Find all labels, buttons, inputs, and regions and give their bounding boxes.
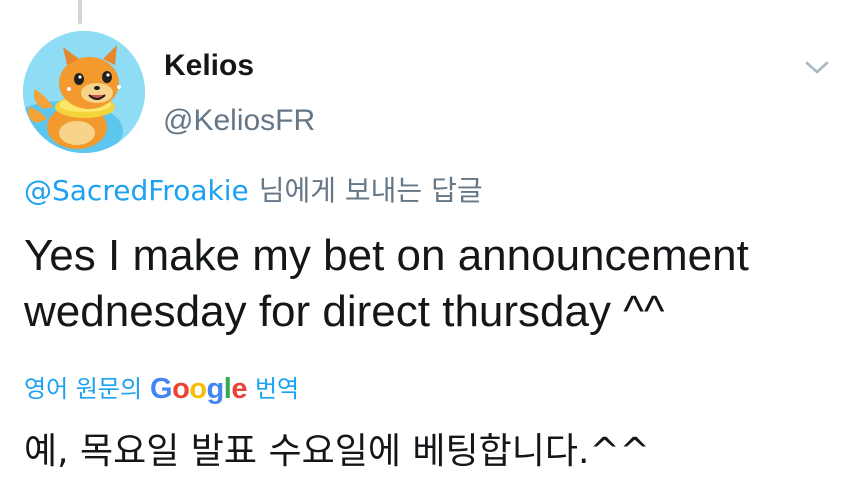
display-name[interactable]: Kelios — [164, 48, 254, 84]
tweet-text: Yes I make my bet on announcement wednes… — [24, 231, 749, 336]
user-handle[interactable]: @KeliosFR — [163, 103, 315, 139]
translate-tweet-link[interactable]: 영어 원문의 Google 번역 — [24, 372, 299, 406]
reply-context: @SacredFroakie 님에게 보내는 답글 — [24, 173, 483, 209]
avatar[interactable] — [23, 31, 145, 153]
google-logo-letter: G — [150, 373, 173, 405]
google-logo-letter: e — [231, 373, 247, 405]
translate-suffix: 번역 — [254, 375, 300, 403]
translate-prefix: 영어 원문의 — [24, 375, 143, 403]
buizel-avatar-icon — [23, 31, 145, 153]
chevron-down-icon — [805, 61, 829, 74]
translated-tweet-text: 예, 목요일 발표 수요일에 베팅합니다.^^ — [24, 431, 650, 472]
google-logo-letter: o — [172, 373, 190, 405]
google-logo-letter: o — [189, 373, 207, 405]
reply-mention-link[interactable]: @SacredFroakie — [24, 174, 249, 207]
reply-context-label: 님에게 보내는 답글 — [258, 174, 483, 207]
thread-connector-line — [78, 0, 82, 24]
tweet-menu-button[interactable] — [798, 52, 836, 84]
google-logo-letter: l — [223, 373, 232, 405]
google-logo: Google — [150, 372, 247, 406]
google-logo-letter: g — [206, 373, 225, 405]
